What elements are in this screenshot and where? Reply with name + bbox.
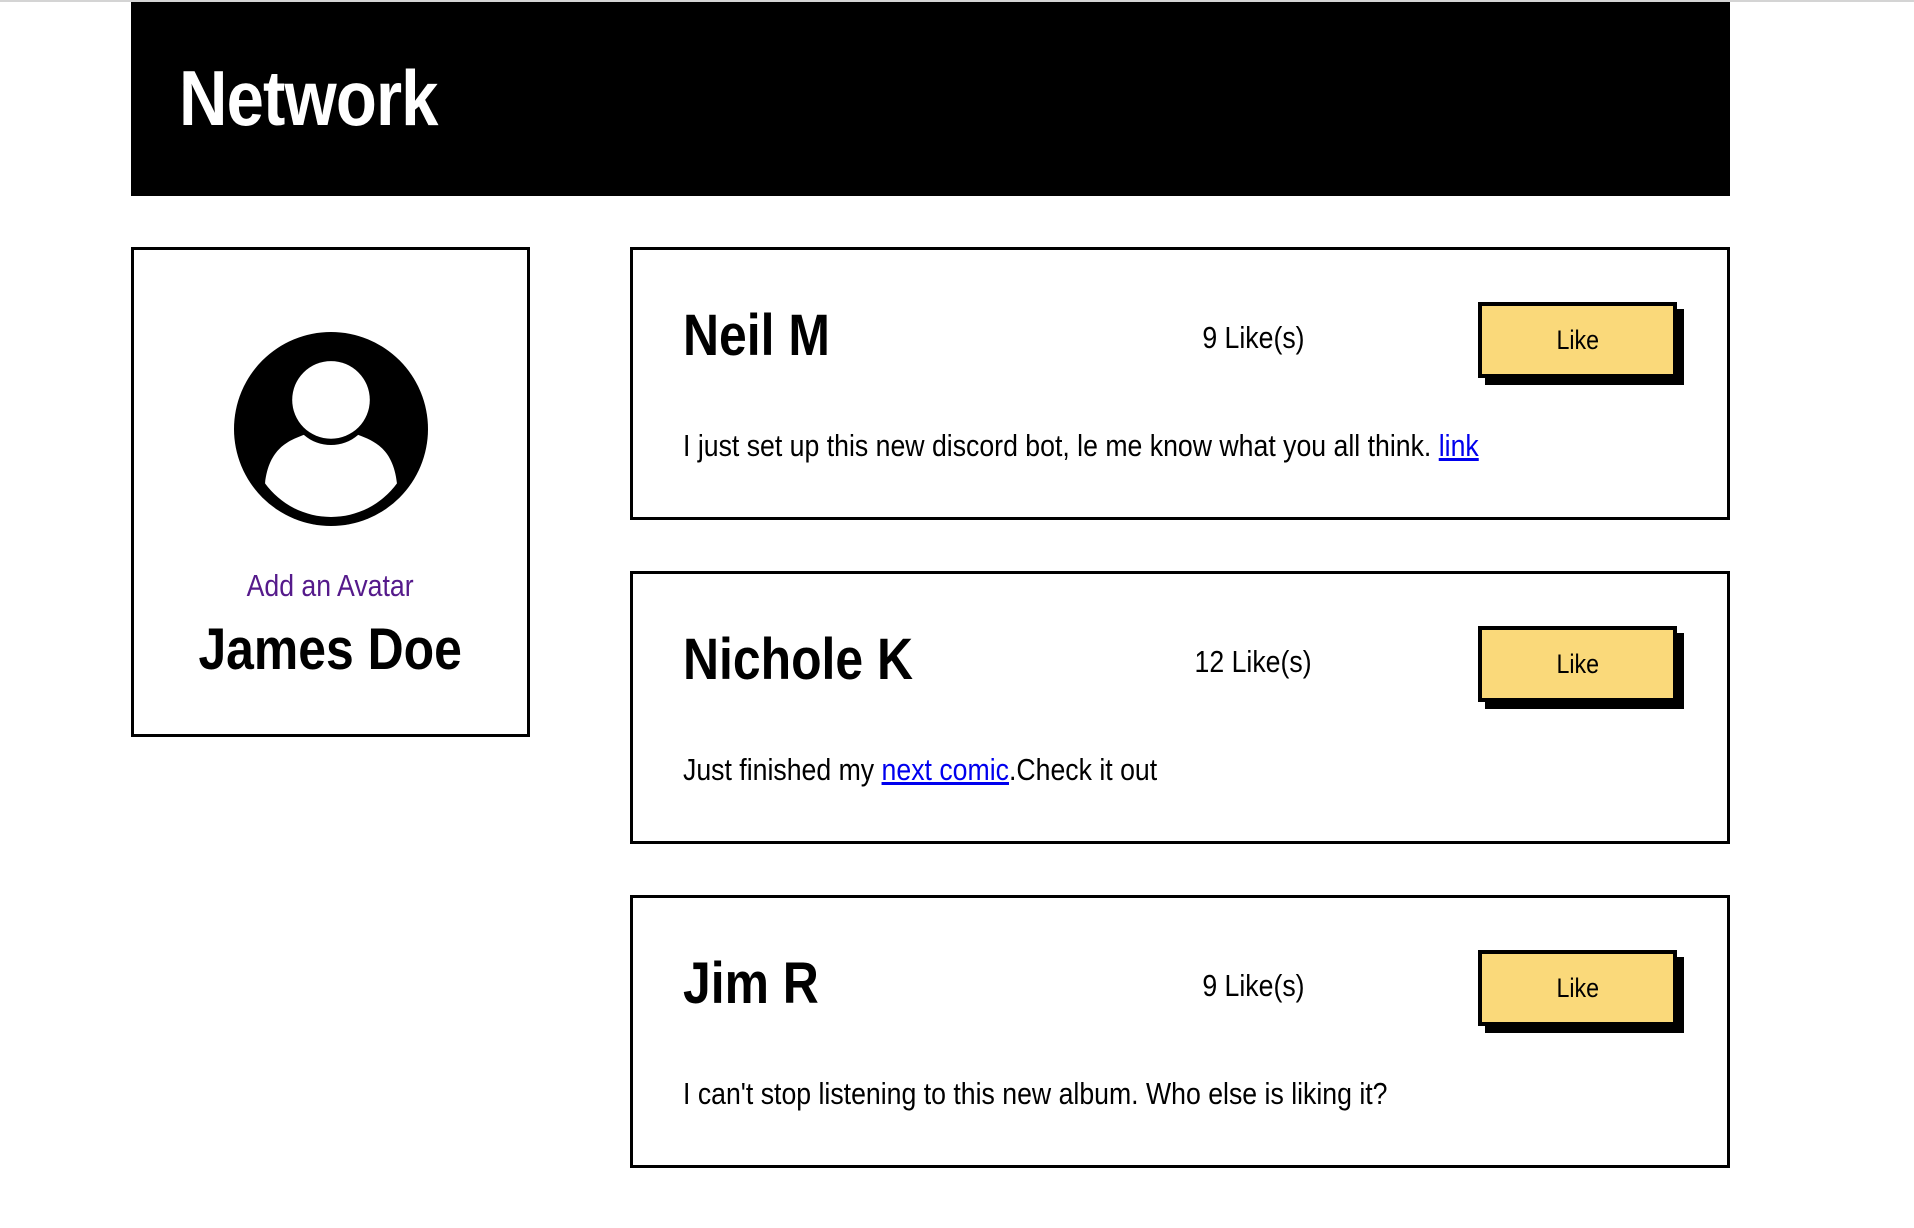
post-like-count-text: 9 Like(s) [1201, 968, 1305, 1003]
post-text: Just finished my next comic.Check it out [683, 752, 1157, 788]
post-author: Nichole K [683, 627, 914, 692]
post-text-after: .Check it out [1008, 752, 1158, 787]
post-text: I can't stop listening to this new album… [683, 1076, 1388, 1112]
like-button-label: Like [1556, 649, 1599, 679]
post-card: Jim R 9 Like(s) Like I can't stop listen… [630, 895, 1730, 1168]
like-button[interactable]: Like [1478, 626, 1677, 702]
like-button-label: Like [1556, 325, 1599, 355]
post-like-count: 9 Like(s) [1153, 320, 1353, 356]
user-avatar-icon [234, 332, 428, 526]
post-text-before: Just finished my [683, 752, 882, 787]
post-like-count: 9 Like(s) [1153, 968, 1353, 1004]
post-text-before: I can't stop listening to this new album… [683, 1076, 1388, 1111]
profile-name-text: James Doe [198, 617, 463, 682]
profile-card: Add an Avatar James Doe [131, 247, 530, 737]
post-author: Neil M [683, 303, 830, 368]
post-link[interactable]: link [1439, 428, 1479, 463]
add-avatar-label: Add an Avatar [246, 568, 414, 603]
post-author: Jim R [683, 951, 819, 1016]
post-text: I just set up this new discord bot, le m… [683, 428, 1479, 464]
post-like-count: 12 Like(s) [1153, 644, 1353, 680]
page-title: Network [179, 54, 438, 142]
post-link[interactable]: next comic [882, 752, 1009, 787]
page-header: Network [131, 2, 1730, 196]
profile-name: James Doe [134, 616, 527, 684]
like-button-label: Like [1556, 973, 1599, 1003]
post-card: Nichole K 12 Like(s) Like Just finished … [630, 571, 1730, 844]
post-like-count-text: 12 Like(s) [1194, 644, 1312, 679]
post-card: Neil M 9 Like(s) Like I just set up this… [630, 247, 1730, 520]
post-text-before: I just set up this new discord bot, le m… [683, 428, 1439, 463]
like-button[interactable]: Like [1478, 950, 1677, 1026]
like-button[interactable]: Like [1478, 302, 1677, 378]
post-like-count-text: 9 Like(s) [1201, 320, 1305, 355]
add-avatar-link[interactable]: Add an Avatar [134, 568, 527, 604]
